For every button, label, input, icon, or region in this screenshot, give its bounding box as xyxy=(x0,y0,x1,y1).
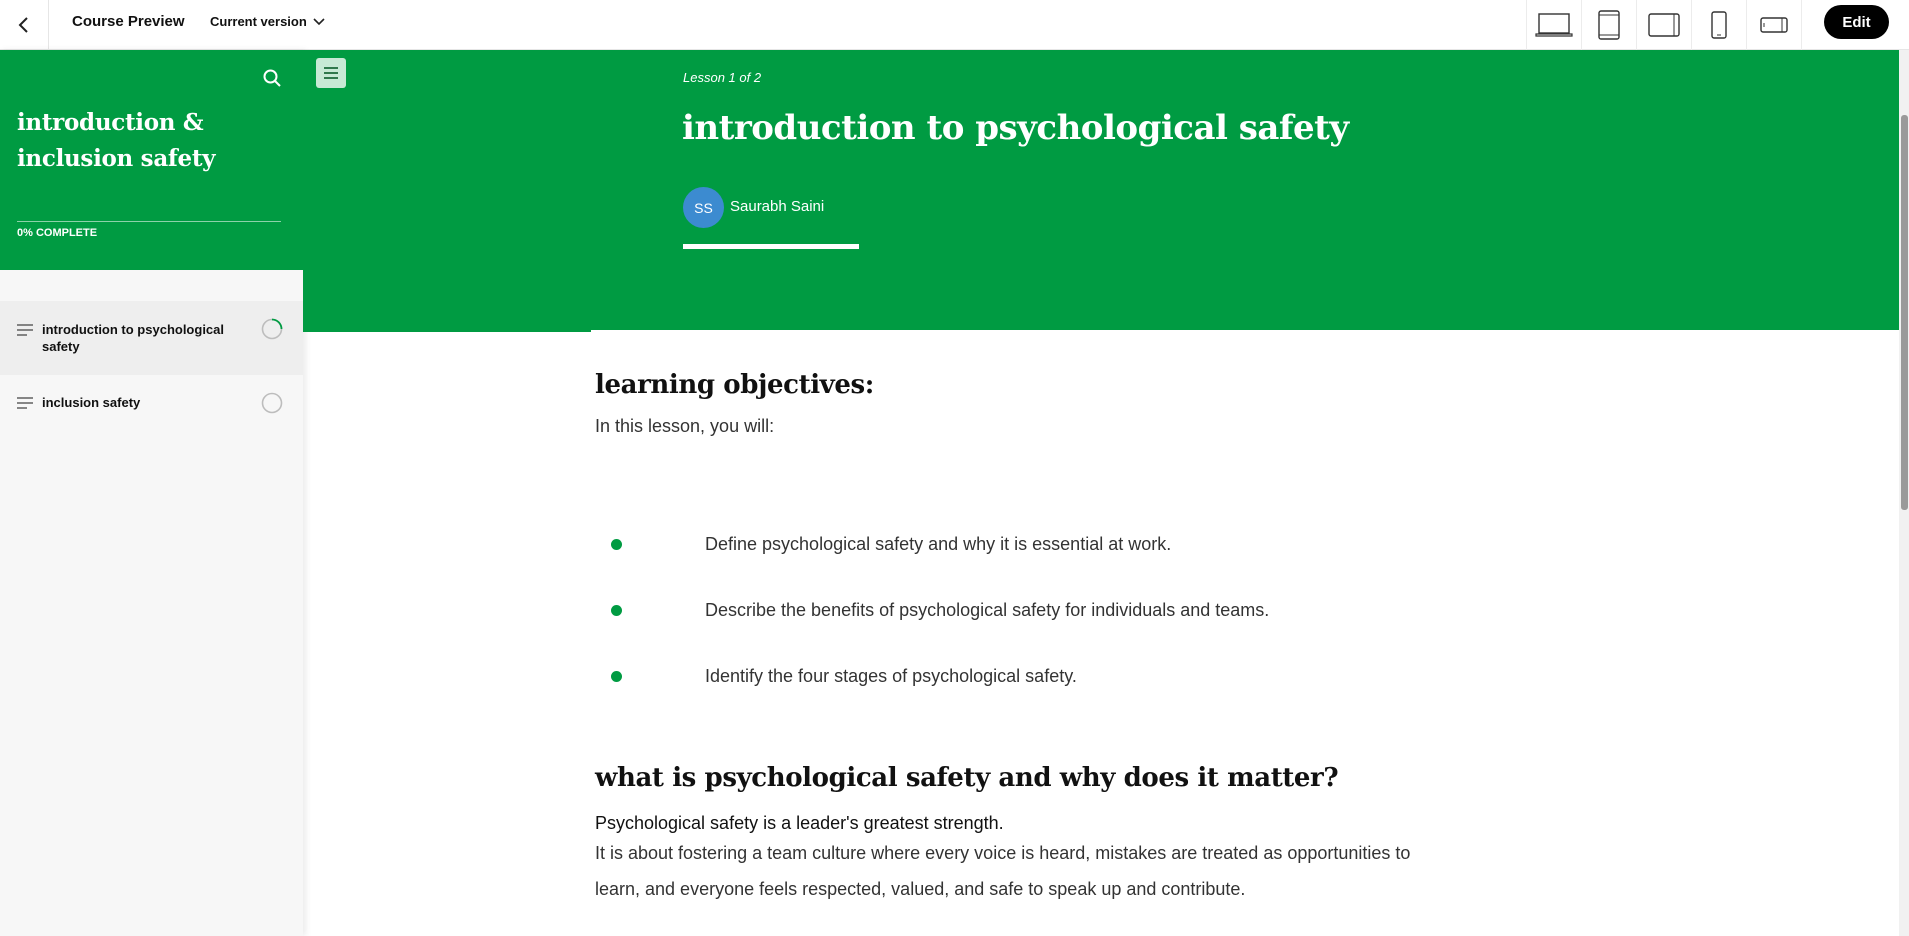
sidebar-header: introduction & inclusion safety 0% COMPL… xyxy=(0,50,303,270)
course-title: introduction & inclusion safety xyxy=(17,109,216,172)
tablet-landscape-view-button[interactable] xyxy=(1637,0,1692,50)
section-heading: what is psychological safety and why doe… xyxy=(595,763,1339,793)
objective-text: Identify the four stages of psychologica… xyxy=(705,666,1077,686)
sidebar-item-introduction-to-psychological-safety[interactable]: introduction to psychological safety xyxy=(0,301,303,375)
bullet-icon xyxy=(611,671,622,682)
section-body-line-1: It is about fostering a team culture whe… xyxy=(595,843,1411,863)
text-lesson-icon xyxy=(17,397,33,409)
bullet-icon xyxy=(611,605,622,616)
objectives-heading: learning objectives: xyxy=(595,370,874,400)
objective-text: Describe the benefits of psychological s… xyxy=(705,600,1270,620)
phone-landscape-icon xyxy=(1760,17,1788,33)
lesson-content: learning objectives: In this lesson, you… xyxy=(595,370,1595,899)
hamburger-menu-icon xyxy=(324,67,338,79)
phone-landscape-view-button[interactable] xyxy=(1747,0,1802,50)
course-outline-sidebar: introduction & inclusion safety 0% COMPL… xyxy=(0,50,303,936)
tablet-portrait-view-button[interactable] xyxy=(1582,0,1637,50)
sidebar-item-label: inclusion safety xyxy=(42,395,141,410)
tablet-landscape-icon xyxy=(1648,13,1680,37)
author-avatar: SS xyxy=(683,187,724,228)
version-dropdown[interactable]: Current version xyxy=(210,14,325,29)
tablet-portrait-icon xyxy=(1598,10,1620,40)
course-progress-label: 0% COMPLETE xyxy=(17,227,98,239)
progress-divider xyxy=(17,221,281,222)
phone-portrait-icon xyxy=(1711,11,1727,39)
search-button[interactable] xyxy=(262,68,282,93)
in-progress-status-icon xyxy=(261,318,283,340)
search-icon xyxy=(263,69,281,87)
lesson-progress-bar xyxy=(303,329,591,332)
not-started-status-icon xyxy=(261,392,283,414)
phone-portrait-view-button[interactable] xyxy=(1692,0,1747,50)
header-underline xyxy=(683,244,859,249)
page-title: Course Preview xyxy=(72,13,185,30)
sidebar-item-inclusion-safety[interactable]: inclusion safety xyxy=(0,375,303,431)
author-name: Saurabh Saini xyxy=(730,198,825,215)
laptop-view-button[interactable] xyxy=(1527,0,1582,50)
laptop-icon xyxy=(1535,13,1573,37)
objective-text: Define psychological safety and why it i… xyxy=(705,534,1172,554)
objectives-intro: In this lesson, you will: xyxy=(595,416,775,436)
chevron-left-icon xyxy=(18,17,28,33)
toggle-outline-button[interactable] xyxy=(316,58,346,88)
lesson-header xyxy=(303,50,1899,330)
bullet-icon xyxy=(611,539,622,550)
section-lead: Psychological safety is a leader's great… xyxy=(595,813,1004,833)
device-preview-toggles xyxy=(1526,0,1802,50)
top-bar: Course Preview Current version Edit xyxy=(0,0,1909,50)
lesson-title: introduction to psychological safety xyxy=(682,108,1349,148)
version-label: Current version xyxy=(210,14,307,29)
edit-button[interactable]: Edit xyxy=(1824,5,1889,39)
back-button[interactable] xyxy=(0,0,49,50)
page-scrollbar-thumb[interactable] xyxy=(1901,115,1908,510)
sidebar-item-label: introduction to psychological safety xyxy=(42,322,224,354)
lesson-counter: Lesson 1 of 2 xyxy=(683,70,762,85)
section-body-line-2: learn, and everyone feels respected, val… xyxy=(595,879,1246,899)
chevron-down-icon xyxy=(313,17,325,25)
text-lesson-icon xyxy=(17,324,33,336)
